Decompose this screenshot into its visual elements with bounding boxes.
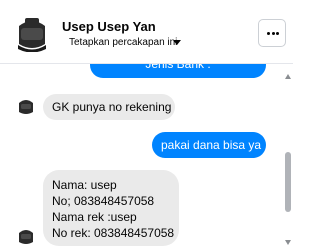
- scroll-up-arrow-icon[interactable]: [285, 74, 291, 79]
- chevron-down-icon[interactable]: [173, 40, 181, 45]
- contact-avatar-small: [16, 226, 36, 246]
- more-options-icon: [267, 32, 270, 35]
- more-options-button[interactable]: [258, 19, 286, 47]
- message-text: GK punya no rekening: [52, 100, 172, 114]
- message-text: pakai dana bisa ya: [161, 138, 262, 152]
- message-line: Nama rek :usep: [52, 210, 137, 224]
- message-incoming: GK punya no rekening: [43, 94, 175, 120]
- message-outgoing: pakai dana bisa ya: [152, 132, 266, 158]
- scrollbar-thumb[interactable]: [285, 152, 291, 212]
- message-line: No; 083848457058: [52, 194, 155, 208]
- contact-name[interactable]: Usep Usep Yan: [62, 19, 156, 34]
- contact-avatar-small: [16, 96, 36, 116]
- set-conversation-link[interactable]: Tetapkan percakapan ini: [69, 37, 177, 48]
- contact-avatar[interactable]: [15, 14, 49, 52]
- message-line: No rek: 083848457058: [52, 226, 175, 240]
- conversation-header: Usep Usep Yan Tetapkan percakapan ini: [0, 0, 293, 64]
- message-line: Nama: usep: [52, 178, 117, 192]
- scroll-down-arrow-icon[interactable]: [285, 240, 291, 245]
- message-incoming: Nama: usep No; 083848457058 Nama rek :us…: [43, 170, 179, 246]
